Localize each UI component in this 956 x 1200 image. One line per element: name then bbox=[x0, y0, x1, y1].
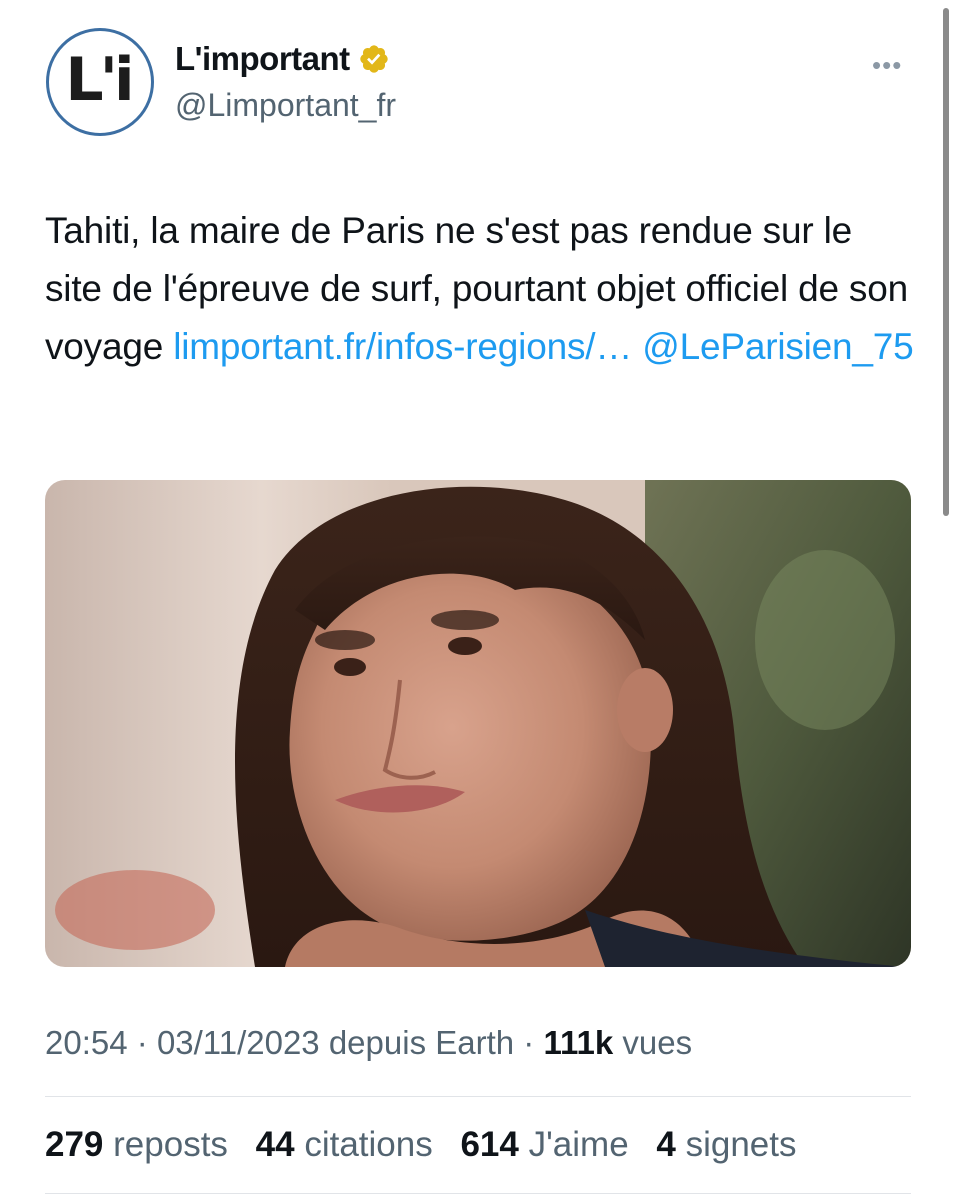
quotes-stat[interactable]: 44 citations bbox=[256, 1125, 433, 1164]
tweet-detail: L'i L'important @Limportant_fr ••• Tahit… bbox=[0, 0, 956, 1200]
bookmarks-count: 4 bbox=[656, 1125, 676, 1164]
display-name[interactable]: L'important bbox=[175, 40, 350, 78]
account-name-row[interactable]: L'important bbox=[175, 40, 390, 78]
views-count[interactable]: 111k bbox=[543, 1024, 613, 1061]
divider bbox=[45, 1096, 911, 1097]
tweet-date[interactable]: 03/11/2023 bbox=[157, 1024, 320, 1061]
avatar-logo: L'i bbox=[65, 45, 134, 115]
likes-stat[interactable]: 614 J'aime bbox=[460, 1125, 628, 1164]
tweet-mention[interactable]: @LeParisien_75 bbox=[642, 326, 914, 367]
views-label: vues bbox=[622, 1024, 693, 1061]
likes-label: J'aime bbox=[528, 1125, 629, 1164]
scrollbar[interactable] bbox=[943, 8, 949, 516]
tweet-meta: 20:54 · 03/11/2023 depuis Earth · 111k v… bbox=[45, 1024, 692, 1062]
tweet-link[interactable]: limportant.fr/infos-regions/… bbox=[173, 326, 632, 367]
meta-separator: · bbox=[136, 1024, 148, 1061]
likes-count: 614 bbox=[460, 1125, 519, 1164]
account-handle[interactable]: @Limportant_fr bbox=[175, 87, 396, 124]
tweet-text: Tahiti, la maire de Paris ne s'est pas r… bbox=[45, 202, 915, 376]
tweet-source: depuis Earth bbox=[328, 1024, 515, 1061]
bookmarks-label: signets bbox=[685, 1125, 797, 1164]
verified-badge-icon[interactable] bbox=[358, 43, 390, 75]
account-avatar[interactable]: L'i bbox=[46, 28, 154, 136]
bookmarks-stat[interactable]: 4 signets bbox=[656, 1125, 796, 1164]
tweet-time[interactable]: 20:54 bbox=[45, 1024, 128, 1061]
divider bbox=[45, 1193, 911, 1194]
more-options-icon[interactable]: ••• bbox=[872, 50, 902, 81]
quotes-label: citations bbox=[304, 1125, 433, 1164]
tweet-media-image[interactable] bbox=[45, 480, 911, 967]
reposts-count: 279 bbox=[45, 1125, 104, 1164]
portrait-photo-icon bbox=[45, 480, 911, 967]
meta-separator: · bbox=[523, 1024, 535, 1061]
reposts-label: reposts bbox=[113, 1125, 228, 1164]
quotes-count: 44 bbox=[255, 1125, 295, 1164]
engagement-stats: 279 reposts 44 citations 614 J'aime 4 si… bbox=[45, 1125, 815, 1165]
reposts-stat[interactable]: 279 reposts bbox=[45, 1125, 228, 1164]
